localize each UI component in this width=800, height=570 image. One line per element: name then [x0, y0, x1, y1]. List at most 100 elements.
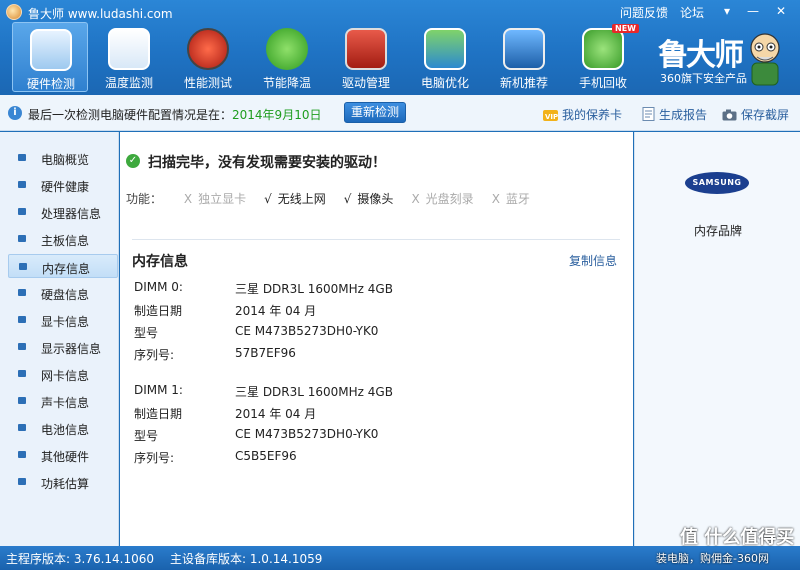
cross-mark-icon: X — [411, 192, 420, 206]
nav-tab-2[interactable]: 性能测试 — [170, 22, 246, 92]
nav-tab-7[interactable]: 手机回收 NEW — [565, 22, 641, 92]
nav-tab-0[interactable]: 硬件检测 — [12, 22, 88, 92]
memory-key: 型号 — [134, 429, 159, 443]
broom-screen-icon — [424, 28, 466, 70]
sidebar-item-4[interactable]: 内存信息 — [8, 254, 118, 278]
memory-value: 2014 年 04 月 — [235, 304, 317, 318]
sidebar-item-label: 声卡信息 — [41, 396, 90, 410]
section-divider — [132, 239, 620, 240]
forum-link[interactable]: 论坛 — [680, 4, 704, 21]
redetect-button[interactable]: 重新检测 — [344, 102, 406, 123]
nav-tab-5[interactable]: 电脑优化 — [407, 22, 483, 92]
check-mark-icon: √ — [264, 192, 272, 206]
memory-key: 序列号: — [134, 348, 175, 362]
sidebar-item-12[interactable]: 功耗估算 — [8, 470, 118, 494]
nav-tab-label: 电脑优化 — [420, 76, 469, 90]
list-bullet-icon — [18, 343, 26, 350]
last-detect-label: 最后一次检测电脑硬件配置情况是在： — [28, 108, 233, 122]
nav-tab-3[interactable]: 节能降温 — [249, 22, 325, 92]
menu-icon[interactable]: ▾ — [718, 3, 736, 19]
feedback-link[interactable]: 问题反馈 — [620, 4, 668, 21]
vip-icon: VIP — [543, 110, 558, 121]
cross-mark-icon: X — [491, 192, 500, 206]
memory-key: DIMM 1: — [134, 383, 183, 397]
save-screenshot-link[interactable]: 保存截屏 — [722, 106, 789, 123]
list-bullet-icon — [19, 263, 27, 270]
nav-tab-label: 手机回收 — [578, 76, 627, 90]
sidebar-item-label: 内存信息 — [42, 262, 91, 276]
clover-icon — [266, 28, 308, 70]
monitor-medal-icon — [503, 28, 545, 70]
feature-name: 蓝牙 — [505, 192, 530, 206]
speedometer-icon — [187, 28, 229, 70]
feature-2: √ 摄像头 — [344, 190, 394, 207]
list-bullet-icon — [18, 208, 26, 215]
sidebar-item-label: 主板信息 — [41, 234, 90, 248]
sidebar-item-label: 电池信息 — [41, 423, 90, 437]
mascot-icon — [750, 33, 780, 86]
generate-report-link[interactable]: 生成报告 — [642, 106, 707, 123]
watermark-text: 值 什么值得买 — [680, 527, 795, 548]
copy-info-link[interactable]: 复制信息 — [569, 252, 617, 269]
nav-tab-4[interactable]: 驱动管理 — [328, 22, 404, 92]
feature-0: X 独立显卡 — [184, 190, 246, 207]
sidebar-item-6[interactable]: 显卡信息 — [8, 308, 118, 332]
memory-key: 制造日期 — [134, 407, 183, 421]
sidebar-item-11[interactable]: 其他硬件 — [8, 443, 118, 467]
info-bar: i 最后一次检测电脑硬件配置情况是在：2014年9月10日 重新检测 VIP 我的… — [0, 95, 800, 131]
feature-1: √ 无线上网 — [264, 190, 326, 207]
brand-logo: 鲁大师 — [658, 38, 744, 73]
feature-3: X 光盘刻录 — [411, 190, 473, 207]
memory-brand-caption: 内存品牌 — [693, 224, 742, 238]
phone-recycle-icon — [582, 28, 624, 70]
nav-tab-6[interactable]: 新机推荐 — [486, 22, 562, 92]
warranty-card-link[interactable]: VIP 我的保养卡 — [543, 106, 622, 123]
sidebar-item-label: 硬盘信息 — [41, 288, 90, 302]
sidebar-item-10[interactable]: 电池信息 — [8, 416, 118, 440]
main-version-text: 主程序版本: 3.76.14.1060 — [6, 552, 155, 566]
sidebar-item-7[interactable]: 显示器信息 — [8, 335, 118, 359]
sidebar-item-8[interactable]: 网卡信息 — [8, 362, 118, 386]
last-detect-text: 最后一次检测电脑硬件配置情况是在：2014年9月10日 — [28, 106, 321, 123]
memory-value: 57B7EF96 — [235, 346, 296, 360]
generate-report-label: 生成报告 — [659, 108, 708, 122]
list-bullet-icon — [18, 424, 26, 431]
db-version-text: 主设备库版本: 1.0.14.1059 — [170, 552, 323, 566]
nav-tab-label: 驱动管理 — [341, 76, 390, 90]
list-bullet-icon — [18, 154, 26, 161]
sidebar-item-9[interactable]: 声卡信息 — [8, 389, 118, 413]
sidebar-item-1[interactable]: 硬件健康 — [8, 173, 118, 197]
memory-value: CE M473B5273DH0-YK0 — [235, 427, 379, 441]
memory-value: CE M473B5273DH0-YK0 — [235, 324, 379, 338]
features-line: 功能： X 独立显卡 √ 无线上网 √ 摄像头 X 光盘刻录 X 蓝牙 — [126, 190, 548, 207]
sidebar-item-label: 处理器信息 — [41, 207, 102, 221]
check-circle-icon: ✓ — [126, 154, 140, 168]
list-bullet-icon — [18, 478, 26, 485]
nav-tab-label: 节能降温 — [262, 76, 311, 90]
list-bullet-icon — [18, 370, 26, 377]
sidebar-item-5[interactable]: 硬盘信息 — [8, 281, 118, 305]
warranty-card-label: 我的保养卡 — [562, 108, 623, 122]
sidebar-item-2[interactable]: 处理器信息 — [8, 200, 118, 224]
scan-result-message: 扫描完毕，没有发现需要安装的驱动！ — [148, 155, 386, 171]
memory-value: 三星 DDR3L 1600MHz 4GB — [235, 282, 393, 296]
samsung-logo: SAMSUNG — [685, 172, 749, 194]
main-content: ✓ 扫描完毕，没有发现需要安装的驱动！ 功能： X 独立显卡 √ 无线上网 √ 摄像头 X 光… — [120, 132, 633, 546]
minimize-icon[interactable]: — — [744, 3, 762, 19]
toolbox-icon — [345, 28, 387, 70]
nav-tab-1[interactable]: 温度监测 — [91, 22, 167, 92]
brand-subtitle: 360旗下安全产品 — [660, 72, 747, 85]
feature-4: X 蓝牙 — [492, 190, 530, 207]
features-label: 功能： — [126, 192, 163, 206]
nav-tab-label: 性能测试 — [183, 76, 232, 90]
memory-key: 型号 — [134, 326, 159, 340]
close-icon[interactable]: ✕ — [772, 3, 790, 19]
memory-value: C5B5EF96 — [235, 449, 297, 463]
feature-name: 独立显卡 — [198, 192, 247, 206]
sidebar-item-3[interactable]: 主板信息 — [8, 227, 118, 251]
camera-icon — [722, 109, 737, 121]
sidebar-item-0[interactable]: 电脑概览 — [8, 146, 118, 170]
info-icon: i — [8, 106, 22, 120]
memory-key: 序列号: — [134, 451, 175, 465]
feature-name: 光盘刻录 — [425, 192, 474, 206]
